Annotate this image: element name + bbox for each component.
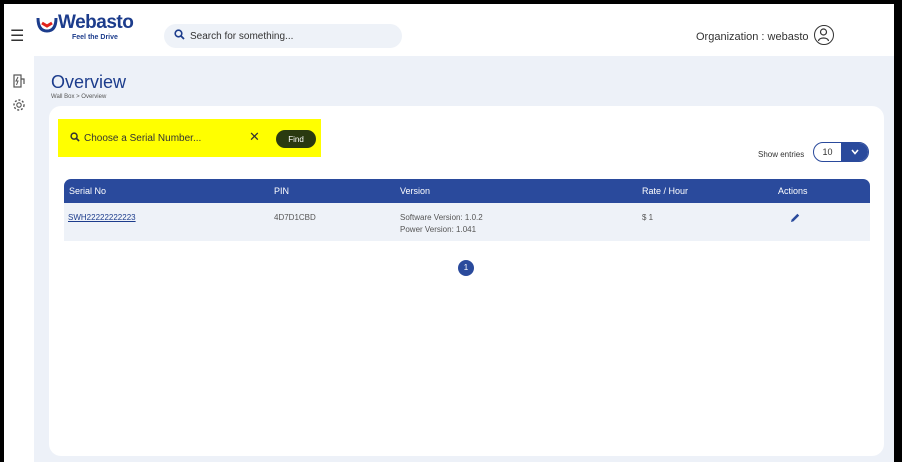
logo-wordmark: Webasto (58, 12, 134, 33)
search-input[interactable] (190, 27, 390, 45)
wallbox-table: Serial No PIN Version Rate / Hour Action… (64, 179, 870, 241)
table-header: Serial No PIN Version Rate / Hour Action… (64, 179, 870, 203)
table-row: SWH22222222223 4D7D1CBD Software Version… (64, 203, 870, 241)
chevron-down-icon[interactable] (841, 143, 868, 161)
column-header-version[interactable]: Version (400, 186, 430, 196)
serial-number-link[interactable]: SWH22222222223 (68, 213, 136, 222)
power-version-cell: Power Version: 1.041 (400, 225, 477, 234)
main-content: Overview Wall Box > Overview ✕ Find Show… (34, 56, 894, 462)
show-entries-label: Show entries (758, 150, 805, 159)
column-header-rate[interactable]: Rate / Hour (642, 186, 688, 196)
serial-search-panel: ✕ Find (58, 119, 321, 157)
overview-card: ✕ Find Show entries 10 Serial No PIN Ver… (49, 106, 884, 456)
webasto-logo[interactable]: Webasto Feel the Drive (36, 12, 136, 48)
user-glyph-icon (817, 28, 830, 42)
find-button[interactable]: Find (276, 130, 316, 148)
software-version-cell: Software Version: 1.0.2 (400, 213, 483, 222)
ev-charger-icon[interactable] (12, 74, 26, 88)
breadcrumb: Wall Box > Overview (51, 94, 107, 100)
edit-pencil-icon[interactable] (789, 211, 803, 225)
hamburger-menu-icon[interactable]: ☰ (10, 26, 24, 46)
search-icon (174, 29, 185, 40)
entries-value: 10 (822, 147, 833, 157)
pin-cell: 4D7D1CBD (274, 213, 316, 222)
top-bar: ☰ Webasto Feel the Drive Organization : … (4, 4, 894, 56)
user-avatar-icon[interactable] (814, 25, 834, 45)
entries-select[interactable]: 10 (813, 142, 869, 162)
app-window: ☰ Webasto Feel the Drive Organization : … (4, 4, 894, 462)
rate-cell: $ 1 (642, 213, 654, 222)
serial-number-select[interactable] (84, 130, 234, 146)
search-icon (70, 132, 80, 142)
column-header-serial[interactable]: Serial No (69, 186, 106, 196)
logo-tagline: Feel the Drive (72, 34, 118, 41)
global-search[interactable] (164, 24, 402, 48)
pagination-page-1[interactable]: 1 (458, 260, 474, 276)
settings-gear-icon[interactable] (12, 98, 26, 112)
page-title: Overview (51, 72, 127, 92)
sidebar (4, 56, 34, 462)
column-header-pin[interactable]: PIN (274, 186, 289, 196)
column-header-actions: Actions (778, 186, 808, 196)
clear-icon[interactable]: ✕ (249, 129, 260, 145)
logo-mark-icon (36, 17, 58, 33)
organization-label: Organization : webasto (696, 31, 809, 43)
